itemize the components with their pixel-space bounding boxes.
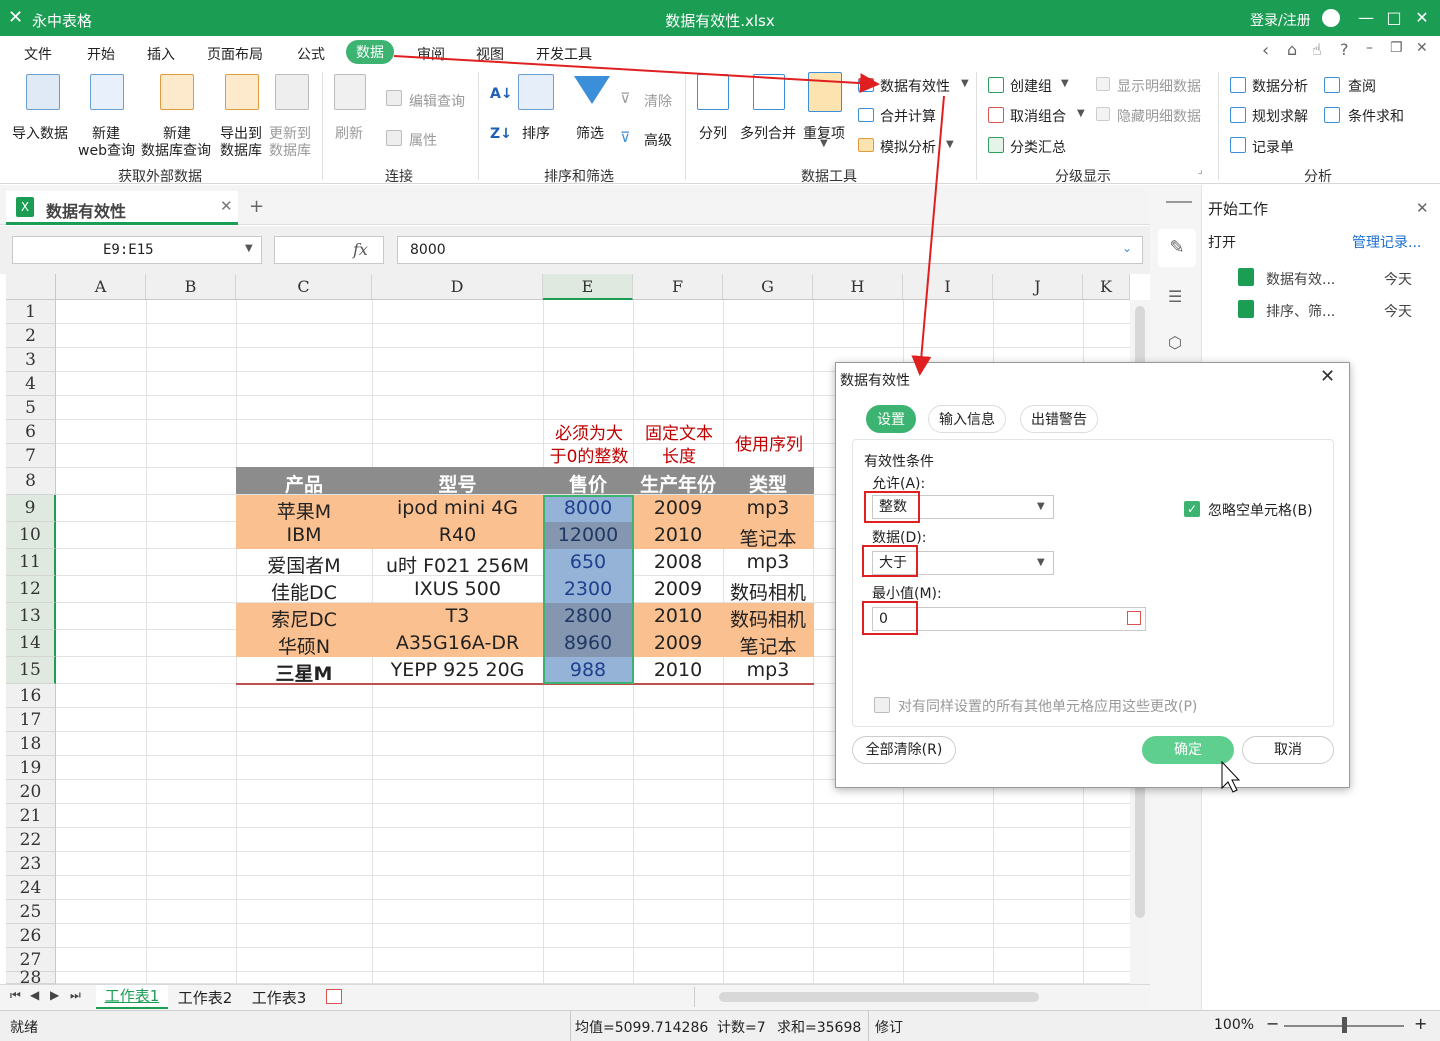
annotation-arrows [393,55,1241,793]
arrow-to-dialog [911,95,945,376]
arrow-to-validation [393,55,880,94]
mouse-cursor-icon [1221,760,1241,793]
